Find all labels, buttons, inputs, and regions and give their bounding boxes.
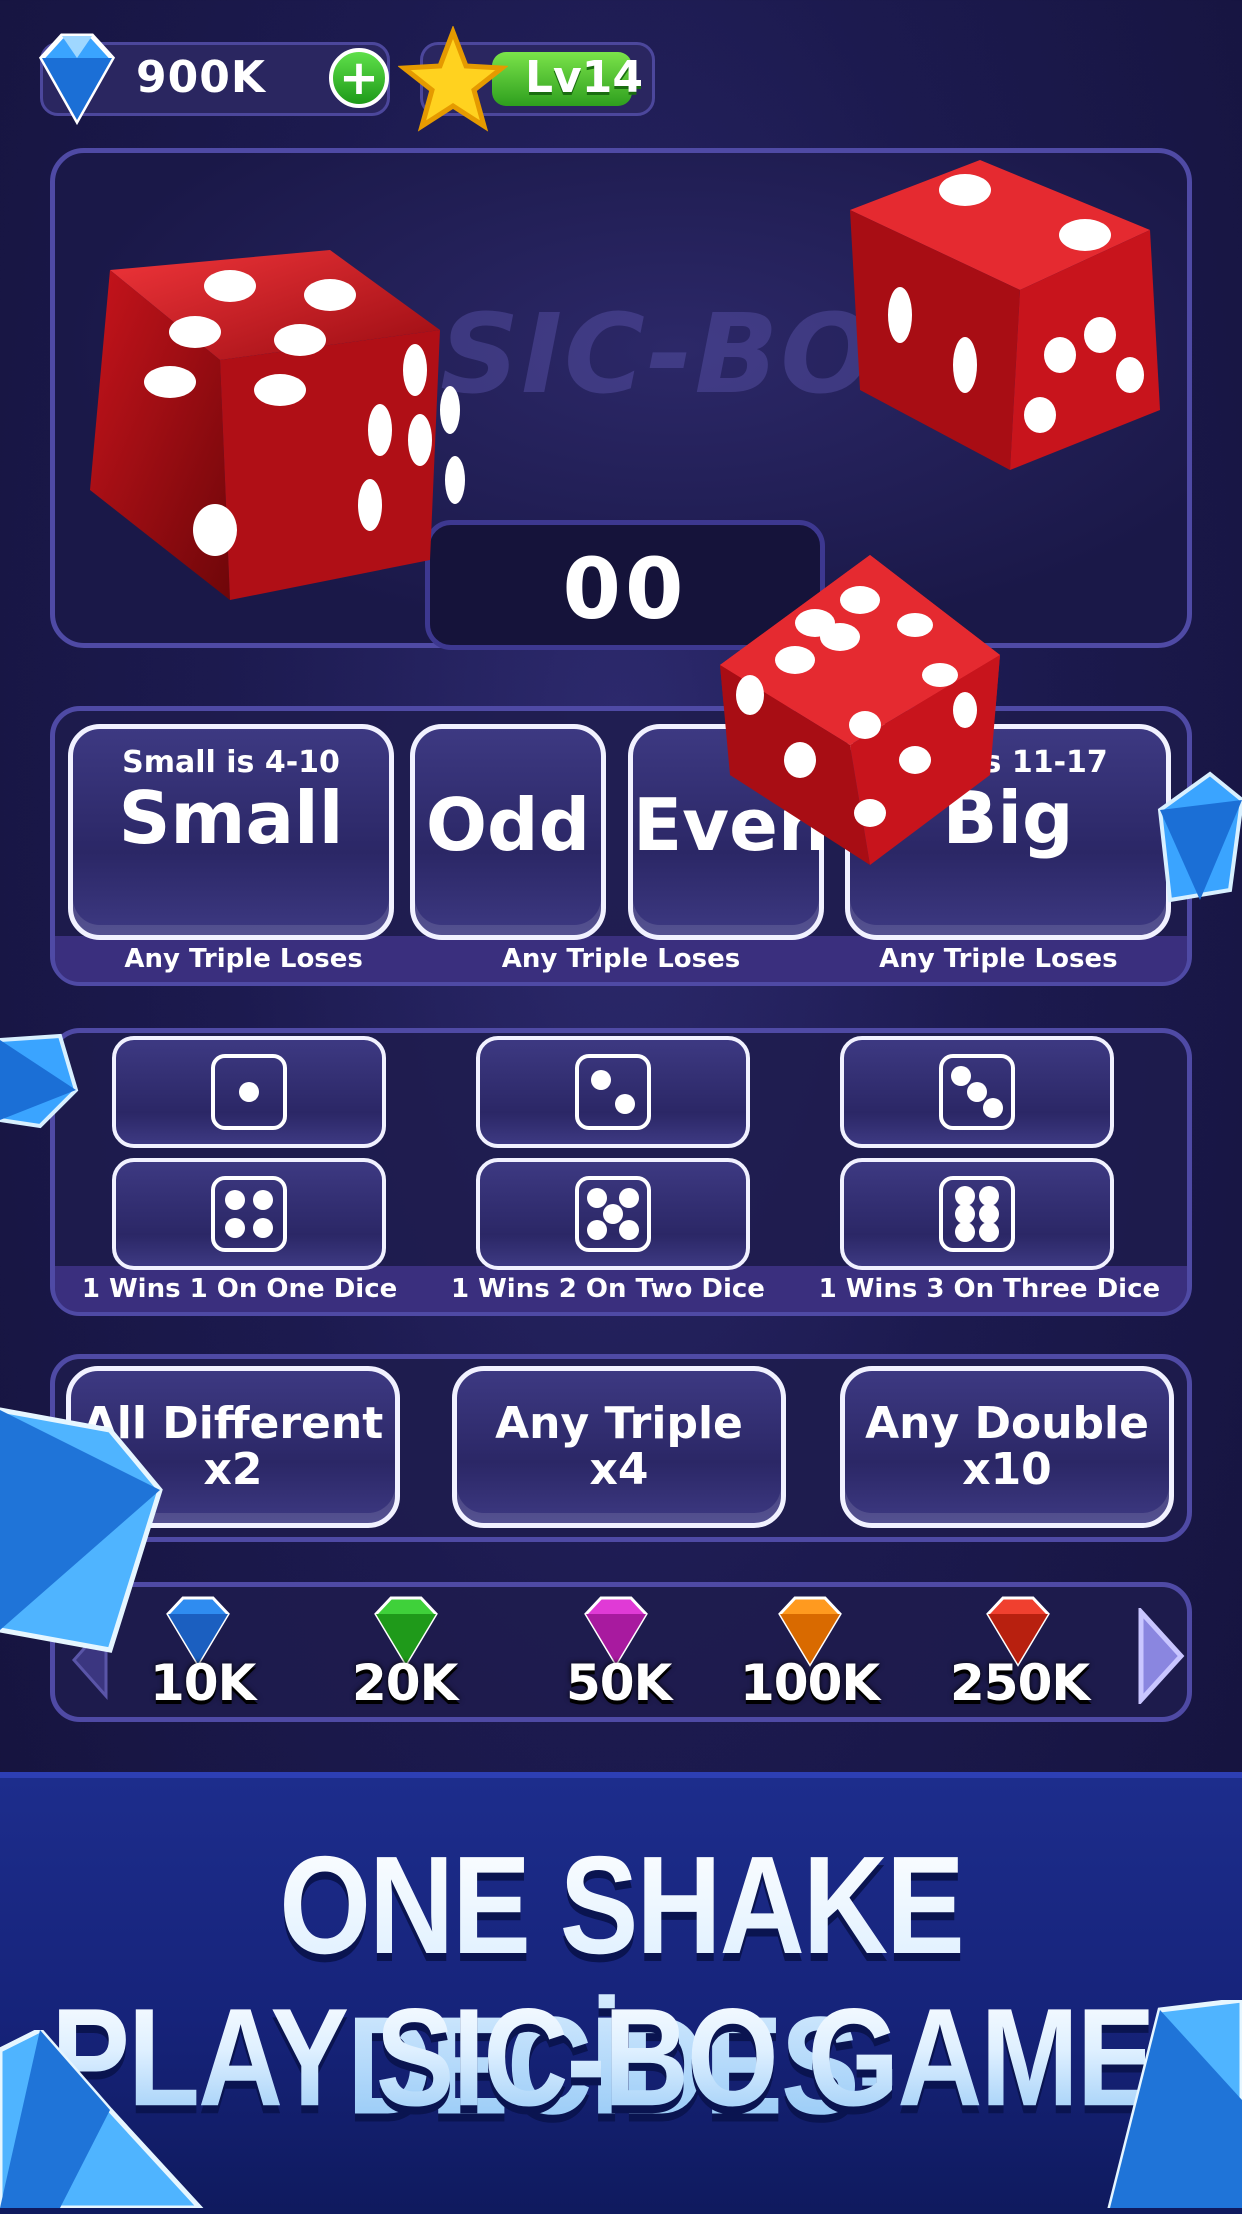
chevron-right-icon[interactable]: [1135, 1608, 1185, 1704]
floating-diamond-icon: [1157, 771, 1242, 903]
any-double-multiplier: x10: [962, 1444, 1052, 1495]
die-face-six-icon: [939, 1176, 1015, 1252]
small-range-label: Small is 4-10: [122, 745, 340, 780]
payout-note-three: 1 Wins 3 On Three Dice: [818, 1274, 1161, 1304]
bet-face-two-button[interactable]: [476, 1036, 750, 1148]
payout-note-two: 1 Wins 2 On Two Dice: [450, 1274, 765, 1304]
any-triple-multiplier: x4: [589, 1444, 649, 1495]
floating-diamond-icon: [0, 1033, 79, 1129]
level-label: Lv14: [525, 52, 643, 103]
floating-diamond-icon: [0, 1407, 163, 1653]
bet-any-triple-button[interactable]: Any Triple x4: [452, 1366, 786, 1528]
die-face-five-icon: [575, 1176, 651, 1252]
triple-loses-strip: Any Triple Loses Any Triple Loses Any Tr…: [55, 936, 1187, 982]
single-dice-strip: 1 Wins 1 On One Dice 1 Wins 2 On Two Dic…: [55, 1266, 1187, 1312]
die-left-icon: [90, 250, 465, 600]
chip-50k-label: 50K: [566, 1654, 672, 1712]
gem-count: 900K: [136, 52, 266, 103]
bet-odd-button[interactable]: Odd: [410, 724, 606, 940]
chip-250k-button[interactable]: 250K: [950, 1594, 1100, 1714]
small-label: Small: [118, 776, 344, 860]
bet-face-four-button[interactable]: [112, 1158, 386, 1270]
chip-20k-button[interactable]: 20K: [346, 1594, 466, 1714]
chip-100k-label: 100K: [740, 1654, 880, 1712]
die-right-icon: [850, 160, 1160, 470]
diamond-icon: [38, 33, 116, 126]
die-face-four-icon: [211, 1176, 287, 1252]
any-double-label: Any Double: [865, 1397, 1149, 1449]
sicbo-watermark: SIC-BO: [440, 290, 876, 418]
die-face-three-icon: [939, 1054, 1015, 1130]
chip-50k-button[interactable]: 50K: [560, 1594, 690, 1714]
payout-note-one: 1 Wins 1 On One Dice: [81, 1274, 398, 1304]
bet-face-three-button[interactable]: [840, 1036, 1114, 1148]
star-icon: [398, 26, 508, 132]
die-face-two-icon: [575, 1054, 651, 1130]
any-triple-label: Any Triple: [495, 1397, 743, 1449]
bet-face-five-button[interactable]: [476, 1158, 750, 1270]
bet-any-double-button[interactable]: Any Double x10: [840, 1366, 1174, 1528]
chip-250k-label: 250K: [950, 1654, 1090, 1712]
chip-10k-label: 10K: [150, 1654, 256, 1712]
odd-label: Odd: [425, 783, 591, 867]
die-center-overlay-icon: [720, 555, 1000, 865]
chip-100k-button[interactable]: 100K: [740, 1594, 890, 1714]
banner-diamond-icon: [0, 2030, 204, 2208]
bet-face-one-button[interactable]: [112, 1036, 386, 1148]
triple-loses-note: Any Triple Loses: [124, 944, 363, 974]
add-gems-button[interactable]: +: [329, 48, 389, 108]
bet-face-six-button[interactable]: [840, 1158, 1114, 1270]
bet-small-button[interactable]: Small is 4-10 Small: [68, 724, 394, 940]
banner-diamond-icon: [1107, 2000, 1242, 2208]
chip-20k-label: 20K: [352, 1654, 458, 1712]
triple-loses-note: Any Triple Loses: [879, 944, 1118, 974]
die-face-one-icon: [211, 1054, 287, 1130]
triple-loses-note: Any Triple Loses: [501, 944, 741, 974]
